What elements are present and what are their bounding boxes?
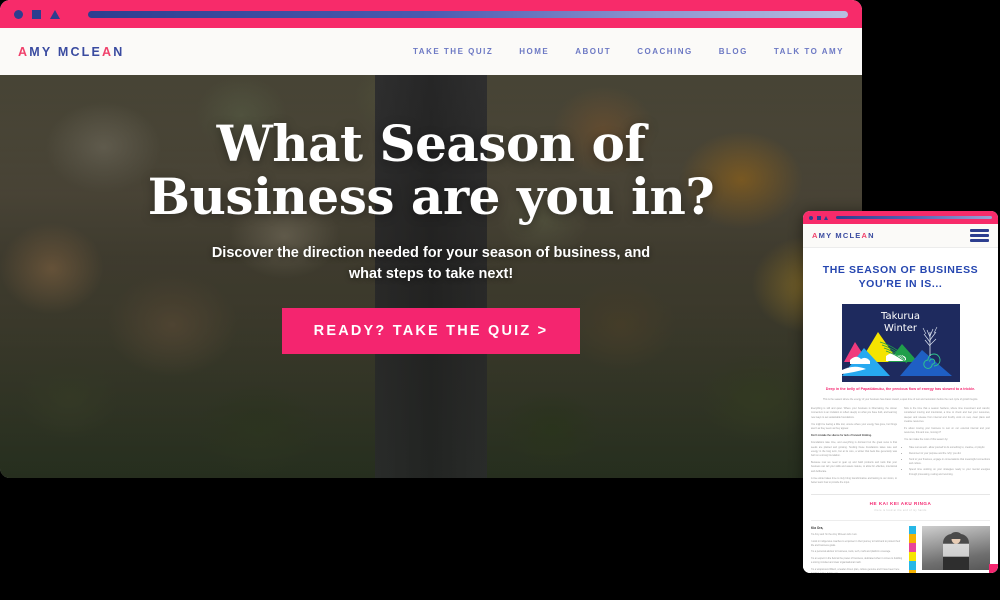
strip-color-1: [909, 525, 916, 535]
address-bar[interactable]: [88, 10, 848, 18]
whakatauki-translation: there is food at the end of my hands: [874, 508, 927, 512]
season-caption: Deep in the belly of Papatūānuku, the pr…: [809, 387, 992, 392]
season-caption-line-2: has slowed to a trickle.: [934, 386, 976, 391]
right-para-2: It's about moving your business to rest …: [904, 426, 990, 435]
bio-greeting: Kia Ora,: [811, 525, 824, 530]
mobile-logo-end: N: [868, 231, 875, 240]
result-intro-text: This is the season where the energy of y…: [822, 398, 979, 402]
take-the-quiz-button[interactable]: READY? TAKE THE QUIZ >: [281, 308, 581, 355]
right-bullet-1: Take rest as well - allow yourself to do…: [909, 446, 990, 450]
site-navbar: AMY MCLEAN TAKE THE QUIZ HOME ABOUT COAC…: [0, 28, 862, 75]
bio-line-5: I'm a wraparound Māori, a leader driven …: [811, 567, 900, 573]
hamburger-bar-3: [970, 239, 989, 242]
season-name-maori: Takurua: [881, 310, 920, 322]
nav-talk-to-amy[interactable]: TALK TO AMY: [774, 47, 844, 56]
strip-color-2: [909, 534, 916, 544]
left-para-1: Everything is still and quiet. Where you…: [811, 407, 897, 419]
result-heading-line-2: YOU'RE IN IS...: [858, 277, 943, 290]
left-para-2: You might be feeling a little lost, unsu…: [811, 422, 897, 430]
logo-accent-a2: A: [102, 44, 114, 59]
left-para-5: A true winter takes time to truly bring …: [811, 476, 897, 484]
square-shape-icon[interactable]: [32, 9, 41, 19]
author-hair: [950, 531, 962, 539]
hero-subtitle-line-2: what steps to take next!: [348, 265, 514, 282]
right-bullet-4: Spend time working on your strategies re…: [909, 468, 990, 476]
right-para-3: You can make the most of this season by:: [904, 438, 949, 442]
circle-shape-icon[interactable]: [14, 9, 23, 19]
site-logo[interactable]: AMY MCLEAN: [18, 45, 125, 59]
left-para-4: Because now we need to gear up and build…: [811, 461, 897, 473]
bio-line-1: I'm Amy and I'm the Amy McLean who I am.: [811, 533, 858, 537]
result-column-right: Now is the time that a season hardens, w…: [904, 407, 990, 488]
left-para-3: Foundations take time, and everything is…: [811, 441, 897, 457]
bio-line-3: I'm a personal advisor to business, tool…: [811, 550, 891, 554]
author-photo: [922, 525, 990, 570]
right-bullet-list: Take rest as well - allow yourself to do…: [904, 446, 990, 477]
logo-end: N: [113, 44, 125, 59]
primary-navigation: TAKE THE QUIZ HOME ABOUT COACHING BLOG T…: [413, 47, 844, 56]
season-name-english: Winter: [884, 323, 917, 335]
hero-subtitle: Discover the direction needed for your s…: [0, 243, 862, 284]
nav-home[interactable]: HOME: [519, 47, 549, 56]
right-bullet-2: Reconnect to your purpose and the 'why' …: [909, 452, 990, 456]
hero-title-line-2: Business are you in?: [147, 167, 715, 226]
result-column-left: Everything is still and quiet. Where you…: [811, 407, 897, 488]
bio-text: Kia Ora, I'm Amy and I'm the Amy McLean …: [811, 526, 903, 573]
season-caption-line-1: Deep in the belly of Papatūānuku, the pr…: [825, 386, 934, 391]
whakatauki-block: HE KAI KEI AKU RINGA there is food at th…: [803, 495, 998, 517]
nav-about[interactable]: ABOUT: [575, 47, 611, 56]
desktop-browser-window: AMY MCLEAN TAKE THE QUIZ HOME ABOUT COAC…: [0, 0, 862, 478]
right-bullet-3: Tend to your finances, engage in convers…: [909, 458, 990, 466]
hamburger-bar-2: [970, 234, 989, 237]
hero-section: What Season of Business are you in? Disc…: [0, 75, 862, 478]
strip-color-4: [909, 552, 916, 561]
nav-coaching[interactable]: COACHING: [637, 47, 693, 56]
nav-blog[interactable]: BLOG: [719, 47, 748, 56]
right-para-1: Now is the time that a season hardens, w…: [904, 407, 990, 423]
strip-color-5: [909, 560, 916, 570]
nav-take-the-quiz[interactable]: TAKE THE QUIZ: [413, 47, 493, 56]
author-bio-section: Kia Ora, I'm Amy and I'm the Amy McLean …: [811, 519, 990, 573]
left-subheading: Don't mistake the silence for lack of fo…: [811, 434, 872, 438]
window-controls[interactable]: [14, 9, 60, 19]
strip-color-3: [909, 543, 916, 552]
hero-subtitle-line-1: Discover the direction needed for your s…: [211, 245, 651, 261]
hero-title-line-1: What Season of: [216, 114, 646, 173]
hamburger-menu-icon[interactable]: [970, 229, 989, 242]
hero-content: What Season of Business are you in? Disc…: [0, 75, 862, 355]
logo-middle: MY MCLE: [29, 44, 103, 59]
bio-line-4: I'm an expert in the field at the power …: [811, 556, 903, 565]
bio-line-2: I work in indigenous coaches to empower …: [811, 539, 901, 547]
corner-accent-badge: [989, 564, 998, 573]
triangle-shape-icon[interactable]: [50, 9, 60, 19]
page-title: What Season of Business are you in?: [0, 117, 862, 223]
color-accent-strip: [909, 525, 916, 573]
result-body-columns: Everything is still and quiet. Where you…: [811, 407, 990, 488]
strip-color-6: [909, 569, 916, 573]
hamburger-bar-1: [970, 229, 989, 232]
whakatauki-title: HE KAI KEI AKU RINGA: [869, 501, 932, 507]
desktop-titlebar: [0, 0, 862, 28]
season-card-label: Takurua Winter: [842, 311, 960, 336]
logo-accent-a1: A: [18, 44, 30, 59]
